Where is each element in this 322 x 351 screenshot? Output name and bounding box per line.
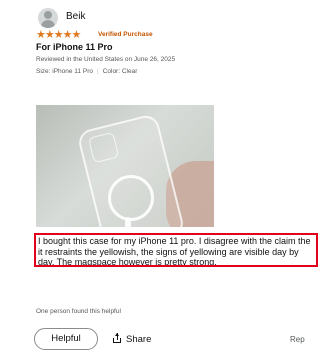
magsafe-ring-shape: [108, 175, 154, 221]
camera-bump-shape: [87, 131, 120, 164]
share-icon-tip: [114, 333, 119, 336]
product-variant[interactable]: Size: iPhone 11 Pro | Color: Clear: [36, 68, 137, 75]
avatar-body-shape: [41, 20, 55, 28]
avatar[interactable]: [38, 8, 58, 28]
share-label: Share: [126, 334, 152, 345]
share-button[interactable]: Share: [112, 333, 151, 345]
variant-color: Color: Clear: [102, 68, 138, 75]
helpful-count: One person found this helpful: [36, 308, 121, 315]
helpful-button[interactable]: Helpful: [34, 328, 98, 350]
review-date: Reviewed in the United States on June 26…: [36, 56, 176, 63]
review-photo[interactable]: [36, 105, 214, 227]
magsafe-tab-shape: [125, 217, 131, 227]
verified-purchase-badge: Verified Purchase: [98, 31, 153, 38]
report-link[interactable]: Rep: [290, 335, 305, 344]
avatar-head-shape: [44, 11, 52, 19]
variant-size: Size: iPhone 11 Pro: [36, 68, 93, 75]
reviewer-name[interactable]: Beik: [66, 11, 85, 22]
star-rating: ★★★★★: [36, 29, 81, 41]
review-body-highlighted: I bought this case for my iPhone 11 pro.…: [34, 233, 318, 267]
variant-separator: |: [96, 68, 99, 75]
share-icon: [112, 333, 122, 343]
review-title: For iPhone 11 Pro: [36, 42, 113, 52]
